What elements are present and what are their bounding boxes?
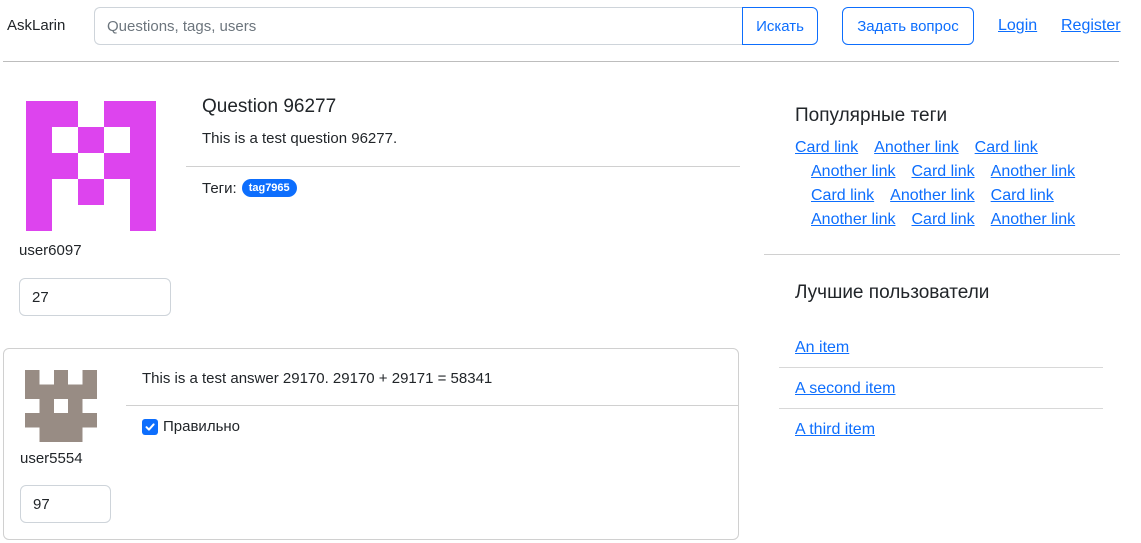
tag-link[interactable]: Another link xyxy=(874,139,959,156)
best-users-list: An item A second item A third item xyxy=(779,327,1103,450)
user-link[interactable]: A second item xyxy=(795,380,896,397)
tag-link[interactable]: Card link xyxy=(912,163,975,180)
login-link[interactable]: Login xyxy=(998,17,1037,35)
tag-link[interactable]: Another link xyxy=(991,211,1076,228)
question-text: This is a test question 96277. xyxy=(202,130,398,147)
tag-link[interactable]: Another link xyxy=(811,163,896,180)
user-avatar xyxy=(25,370,97,442)
tags-label: Теги: xyxy=(202,179,237,197)
question-tags: Теги: tag7965 xyxy=(202,179,297,197)
tag-row: Card link Another link Card link xyxy=(795,136,1105,160)
user-avatar xyxy=(26,101,156,231)
answer-text: This is a test answer 29170. 29170 + 291… xyxy=(142,370,493,387)
sidebar-divider xyxy=(764,254,1120,255)
tag-link[interactable]: Card link xyxy=(912,211,975,228)
user-link[interactable]: A third item xyxy=(795,421,875,438)
list-item: A second item xyxy=(779,368,1103,409)
search-input[interactable] xyxy=(94,7,742,45)
tag-link[interactable]: Card link xyxy=(991,187,1054,204)
question-divider xyxy=(186,166,740,167)
search-button[interactable]: Искать xyxy=(742,7,818,45)
question-rating-input[interactable] xyxy=(19,278,171,316)
ask-question-button[interactable]: Задать вопрос xyxy=(842,7,974,45)
answer-rating-input[interactable] xyxy=(20,485,111,523)
correct-checkbox-group[interactable]: Правильно xyxy=(142,418,240,435)
header-divider xyxy=(3,61,1119,62)
question-author: user6097 xyxy=(19,242,82,259)
question-title: Question 96277 xyxy=(202,96,337,117)
correct-label: Правильно xyxy=(163,418,241,435)
tag-link[interactable]: Another link xyxy=(811,211,896,228)
brand-logo[interactable]: AskLarin xyxy=(7,17,65,34)
user-link[interactable]: An item xyxy=(795,339,849,356)
tag-link[interactable]: Another link xyxy=(890,187,975,204)
tag-row: Another link Card link Another link xyxy=(795,160,1105,184)
answer-divider xyxy=(126,405,738,406)
tag-link[interactable]: Card link xyxy=(795,139,858,156)
list-item: A third item xyxy=(779,409,1103,450)
answer-card: user5554 This is a test answer 29170. 29… xyxy=(3,348,739,540)
popular-tags-list: Card link Another link Card link Another l… xyxy=(795,136,1105,232)
checkmark-icon xyxy=(145,422,155,431)
list-item: An item xyxy=(779,327,1103,368)
tag-link[interactable]: Card link xyxy=(811,187,874,204)
tag-link[interactable]: Another link xyxy=(991,163,1076,180)
tag-link[interactable]: Card link xyxy=(975,139,1038,156)
register-link[interactable]: Register xyxy=(1061,17,1121,35)
answer-author: user5554 xyxy=(20,450,83,467)
tag-row: Another link Card link Another link xyxy=(795,208,1105,232)
search-form: Искать xyxy=(94,7,818,45)
tag-row: Card link Another link Card link xyxy=(795,184,1105,208)
correct-checkbox[interactable] xyxy=(142,418,158,435)
best-users-title: Лучшие пользователи xyxy=(795,282,990,303)
navbar: AskLarin Искать Задать вопрос Login Regi… xyxy=(0,0,1141,62)
tag-badge[interactable]: tag7965 xyxy=(241,179,297,197)
popular-tags-title: Популярные теги xyxy=(795,105,948,126)
